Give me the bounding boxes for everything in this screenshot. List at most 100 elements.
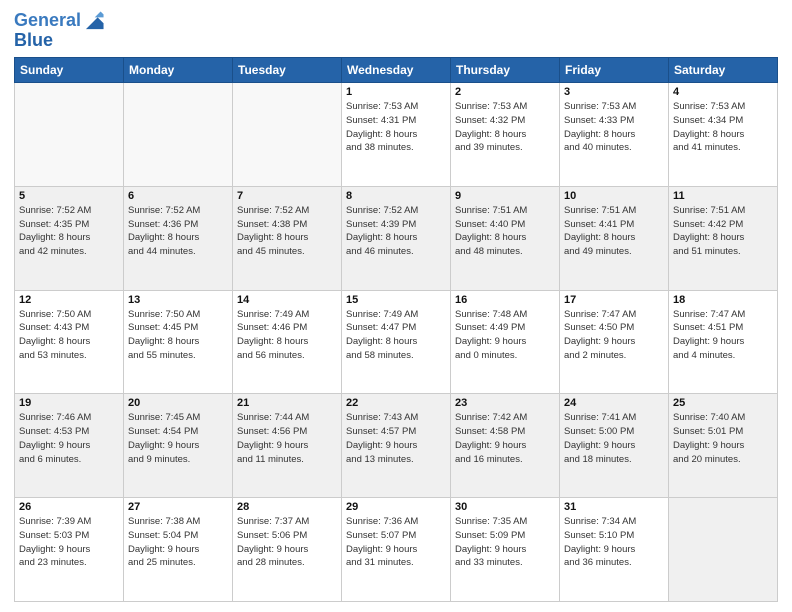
- calendar-cell: 21 Sunrise: 7:44 AM Sunset: 4:56 PM Dayli…: [233, 394, 342, 498]
- calendar-cell: 9 Sunrise: 7:51 AM Sunset: 4:40 PM Daylig…: [451, 186, 560, 290]
- calendar-cell: 25 Sunrise: 7:40 AM Sunset: 5:01 PM Dayli…: [669, 394, 778, 498]
- day-number: 27: [128, 501, 228, 513]
- calendar-cell: 18 Sunrise: 7:47 AM Sunset: 4:51 PM Dayli…: [669, 290, 778, 394]
- calendar-week-0: 1Sunrise: 7:53 AM Sunset: 4:31 PM Daylig…: [15, 83, 778, 187]
- day-number: 29: [346, 501, 446, 513]
- calendar-cell: 14 Sunrise: 7:49 AM Sunset: 4:46 PM Dayli…: [233, 290, 342, 394]
- day-number: 16: [455, 294, 555, 306]
- day-info: Sunrise: 7:39 AM Sunset: 5:03 PM Dayligh…: [19, 515, 119, 570]
- logo: General Blue: [14, 10, 105, 51]
- day-header-sunday: Sunday: [15, 58, 124, 83]
- logo-blue: Blue: [14, 30, 105, 51]
- day-info: Sunrise: 7:45 AM Sunset: 4:54 PM Dayligh…: [128, 411, 228, 466]
- day-number: 4: [673, 86, 773, 98]
- calendar-week-3: 19Sunrise: 7:46 AM Sunset: 4:53 PM Dayli…: [15, 394, 778, 498]
- calendar-week-4: 26 Sunrise: 7:39 AM Sunset: 5:03 PM Dayli…: [15, 498, 778, 602]
- day-number: 24: [564, 397, 664, 409]
- day-info: Sunrise: 7:41 AM Sunset: 5:00 PM Dayligh…: [564, 411, 664, 466]
- day-info: Sunrise: 7:35 AM Sunset: 5:09 PM Dayligh…: [455, 515, 555, 570]
- day-number: 21: [237, 397, 337, 409]
- day-info: Sunrise: 7:49 AM Sunset: 4:47 PM Dayligh…: [346, 308, 446, 363]
- day-number: 11: [673, 190, 773, 202]
- day-header-friday: Friday: [560, 58, 669, 83]
- day-info: Sunrise: 7:40 AM Sunset: 5:01 PM Dayligh…: [673, 411, 773, 466]
- calendar-cell: 12Sunrise: 7:50 AM Sunset: 4:43 PM Dayli…: [15, 290, 124, 394]
- day-info: Sunrise: 7:53 AM Sunset: 4:32 PM Dayligh…: [455, 100, 555, 155]
- day-info: Sunrise: 7:44 AM Sunset: 4:56 PM Dayligh…: [237, 411, 337, 466]
- day-number: 2: [455, 86, 555, 98]
- day-number: 26: [19, 501, 119, 513]
- day-number: 9: [455, 190, 555, 202]
- calendar-cell: 2 Sunrise: 7:53 AM Sunset: 4:32 PM Daylig…: [451, 83, 560, 187]
- calendar-cell: 13Sunrise: 7:50 AM Sunset: 4:45 PM Dayli…: [124, 290, 233, 394]
- day-number: 31: [564, 501, 664, 513]
- calendar-cell: 30 Sunrise: 7:35 AM Sunset: 5:09 PM Dayli…: [451, 498, 560, 602]
- logo-icon: [83, 10, 105, 32]
- day-info: Sunrise: 7:47 AM Sunset: 4:50 PM Dayligh…: [564, 308, 664, 363]
- calendar-cell: 6Sunrise: 7:52 AM Sunset: 4:36 PM Daylig…: [124, 186, 233, 290]
- calendar-cell: 29 Sunrise: 7:36 AM Sunset: 5:07 PM Dayli…: [342, 498, 451, 602]
- day-info: Sunrise: 7:53 AM Sunset: 4:34 PM Dayligh…: [673, 100, 773, 155]
- calendar-cell: 10Sunrise: 7:51 AM Sunset: 4:41 PM Dayli…: [560, 186, 669, 290]
- day-info: Sunrise: 7:51 AM Sunset: 4:40 PM Dayligh…: [455, 204, 555, 259]
- day-number: 3: [564, 86, 664, 98]
- calendar-cell: 23 Sunrise: 7:42 AM Sunset: 4:58 PM Dayli…: [451, 394, 560, 498]
- day-number: 28: [237, 501, 337, 513]
- day-info: Sunrise: 7:52 AM Sunset: 4:39 PM Dayligh…: [346, 204, 446, 259]
- day-number: 22: [346, 397, 446, 409]
- calendar-cell: 15 Sunrise: 7:49 AM Sunset: 4:47 PM Dayli…: [342, 290, 451, 394]
- day-info: Sunrise: 7:47 AM Sunset: 4:51 PM Dayligh…: [673, 308, 773, 363]
- day-number: 25: [673, 397, 773, 409]
- calendar-cell: 11 Sunrise: 7:51 AM Sunset: 4:42 PM Dayli…: [669, 186, 778, 290]
- header: General Blue: [14, 10, 778, 51]
- calendar-cell: [233, 83, 342, 187]
- day-header-thursday: Thursday: [451, 58, 560, 83]
- day-header-tuesday: Tuesday: [233, 58, 342, 83]
- calendar-table: SundayMondayTuesdayWednesdayThursdayFrid…: [14, 57, 778, 602]
- day-number: 5: [19, 190, 119, 202]
- day-number: 20: [128, 397, 228, 409]
- day-header-monday: Monday: [124, 58, 233, 83]
- calendar-cell: 28 Sunrise: 7:37 AM Sunset: 5:06 PM Dayli…: [233, 498, 342, 602]
- day-info: Sunrise: 7:51 AM Sunset: 4:41 PM Dayligh…: [564, 204, 664, 259]
- logo-text: General: [14, 11, 81, 31]
- calendar-week-1: 5Sunrise: 7:52 AM Sunset: 4:35 PM Daylig…: [15, 186, 778, 290]
- day-number: 30: [455, 501, 555, 513]
- calendar-cell: 17Sunrise: 7:47 AM Sunset: 4:50 PM Dayli…: [560, 290, 669, 394]
- day-header-saturday: Saturday: [669, 58, 778, 83]
- day-header-wednesday: Wednesday: [342, 58, 451, 83]
- day-info: Sunrise: 7:50 AM Sunset: 4:43 PM Dayligh…: [19, 308, 119, 363]
- calendar-cell: 31 Sunrise: 7:34 AM Sunset: 5:10 PM Dayli…: [560, 498, 669, 602]
- day-number: 14: [237, 294, 337, 306]
- day-info: Sunrise: 7:50 AM Sunset: 4:45 PM Dayligh…: [128, 308, 228, 363]
- calendar-cell: 4 Sunrise: 7:53 AM Sunset: 4:34 PM Daylig…: [669, 83, 778, 187]
- day-info: Sunrise: 7:53 AM Sunset: 4:31 PM Dayligh…: [346, 100, 446, 155]
- day-info: Sunrise: 7:49 AM Sunset: 4:46 PM Dayligh…: [237, 308, 337, 363]
- day-info: Sunrise: 7:34 AM Sunset: 5:10 PM Dayligh…: [564, 515, 664, 570]
- calendar-cell: 5Sunrise: 7:52 AM Sunset: 4:35 PM Daylig…: [15, 186, 124, 290]
- calendar-cell: 8 Sunrise: 7:52 AM Sunset: 4:39 PM Daylig…: [342, 186, 451, 290]
- calendar-cell: [124, 83, 233, 187]
- calendar-cell: [15, 83, 124, 187]
- day-info: Sunrise: 7:51 AM Sunset: 4:42 PM Dayligh…: [673, 204, 773, 259]
- calendar-cell: 24 Sunrise: 7:41 AM Sunset: 5:00 PM Dayli…: [560, 394, 669, 498]
- day-info: Sunrise: 7:36 AM Sunset: 5:07 PM Dayligh…: [346, 515, 446, 570]
- day-info: Sunrise: 7:37 AM Sunset: 5:06 PM Dayligh…: [237, 515, 337, 570]
- day-number: 15: [346, 294, 446, 306]
- day-number: 7: [237, 190, 337, 202]
- day-info: Sunrise: 7:53 AM Sunset: 4:33 PM Dayligh…: [564, 100, 664, 155]
- calendar-cell: 26 Sunrise: 7:39 AM Sunset: 5:03 PM Dayli…: [15, 498, 124, 602]
- page: General Blue SundayMondayTuesdayWednesda…: [0, 0, 792, 612]
- calendar-cell: [669, 498, 778, 602]
- day-info: Sunrise: 7:52 AM Sunset: 4:38 PM Dayligh…: [237, 204, 337, 259]
- day-info: Sunrise: 7:48 AM Sunset: 4:49 PM Dayligh…: [455, 308, 555, 363]
- calendar-cell: 27Sunrise: 7:38 AM Sunset: 5:04 PM Dayli…: [124, 498, 233, 602]
- day-info: Sunrise: 7:46 AM Sunset: 4:53 PM Dayligh…: [19, 411, 119, 466]
- day-number: 23: [455, 397, 555, 409]
- day-info: Sunrise: 7:42 AM Sunset: 4:58 PM Dayligh…: [455, 411, 555, 466]
- calendar-week-2: 12Sunrise: 7:50 AM Sunset: 4:43 PM Dayli…: [15, 290, 778, 394]
- calendar-cell: 20 Sunrise: 7:45 AM Sunset: 4:54 PM Dayli…: [124, 394, 233, 498]
- day-number: 18: [673, 294, 773, 306]
- day-number: 8: [346, 190, 446, 202]
- calendar-header-row: SundayMondayTuesdayWednesdayThursdayFrid…: [15, 58, 778, 83]
